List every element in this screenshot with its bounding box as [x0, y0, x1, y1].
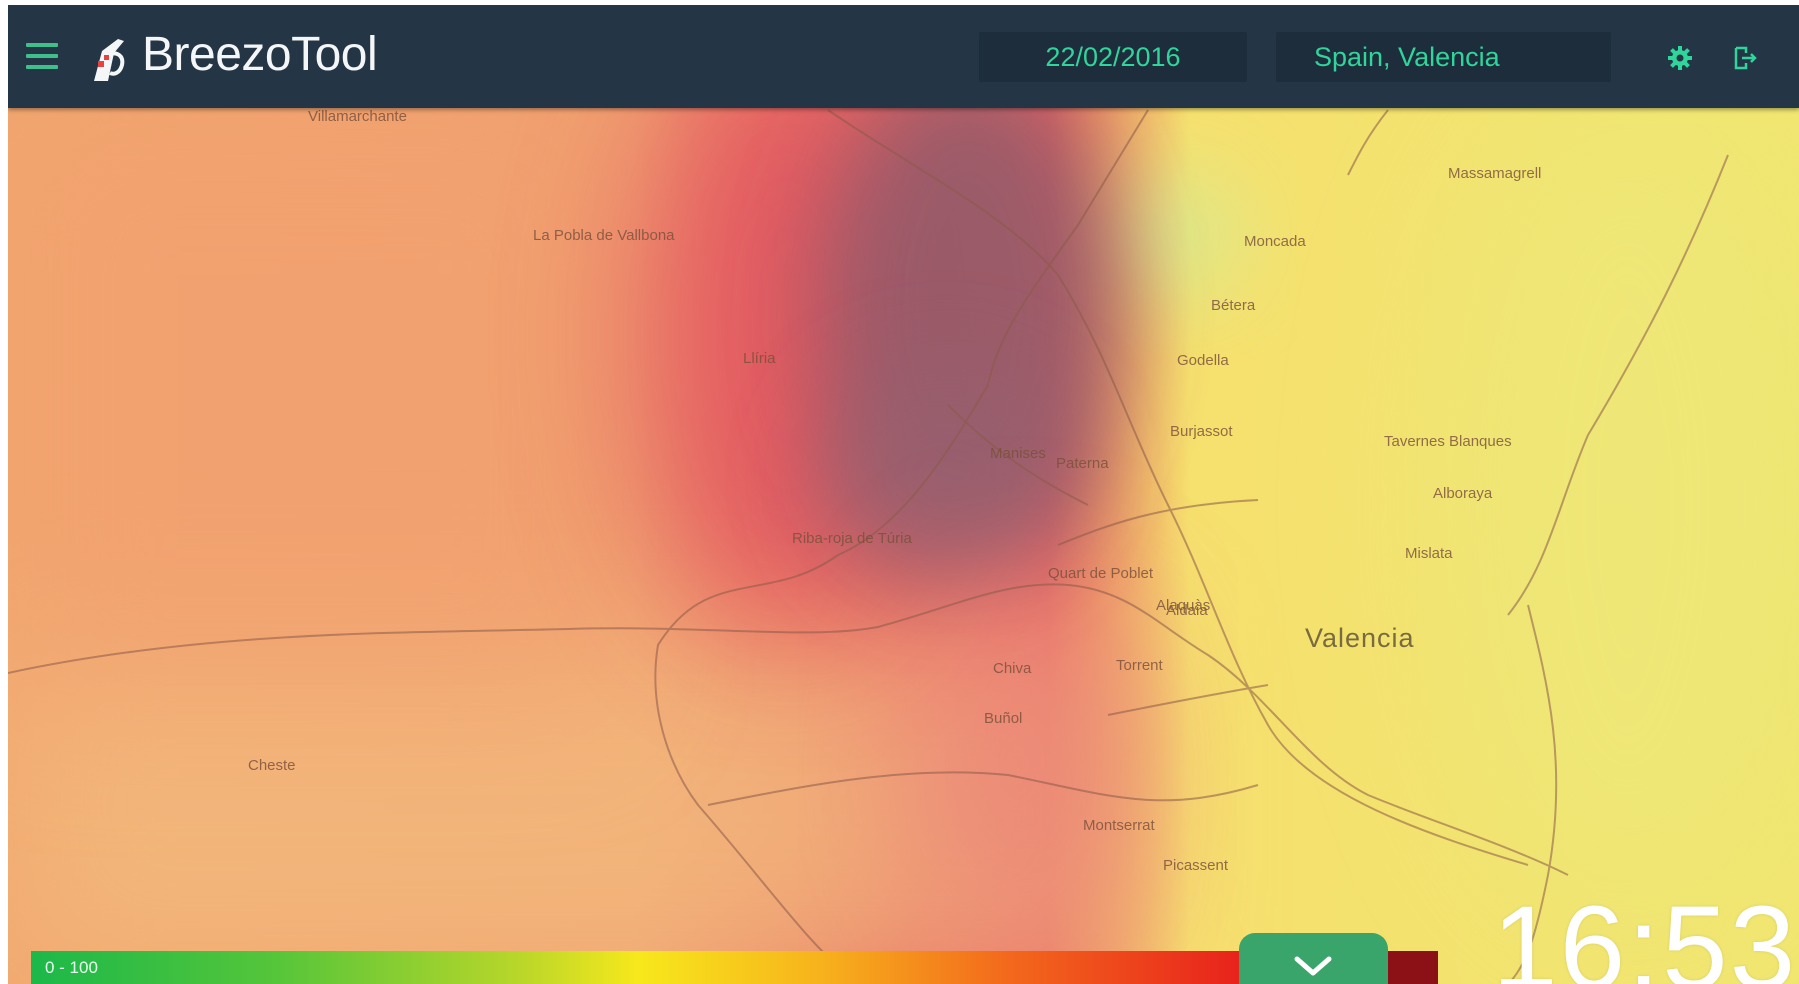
gear-icon[interactable]	[1667, 45, 1693, 71]
hamburger-menu-icon[interactable]	[26, 43, 58, 69]
place-tavernes: Tavernes Blanques	[1384, 433, 1512, 450]
place-burjassot: Burjassot	[1170, 423, 1233, 440]
place-mislata: Mislata	[1405, 545, 1453, 562]
date-field[interactable]: 22/02/2016	[979, 32, 1247, 82]
place-valencia: Valencia	[1305, 623, 1415, 653]
clock-time: 16:53	[1492, 882, 1798, 984]
app-frame: Valencia Manises Paterna Burjassot Monca…	[8, 5, 1799, 984]
place-picassent: Picassent	[1163, 857, 1229, 874]
map-view[interactable]: Valencia Manises Paterna Burjassot Monca…	[8, 5, 1799, 984]
place-manises: Manises	[990, 445, 1046, 462]
app-title: BreezoTool	[142, 28, 378, 81]
place-paterna: Paterna	[1056, 455, 1109, 472]
legend-label: 0 - 100	[45, 958, 98, 977]
place-pobla: La Pobla de Vallbona	[533, 227, 675, 244]
place-aldaia: Aldaia	[1166, 602, 1208, 619]
expand-panel-button[interactable]	[1239, 933, 1388, 984]
breezotool-logo-icon	[94, 39, 125, 81]
place-alboraya: Alboraya	[1433, 485, 1493, 502]
location-field[interactable]: Spain, Valencia	[1276, 32, 1611, 82]
place-montserrat: Montserrat	[1083, 817, 1155, 834]
aqi-legend-bar: 0 - 100	[31, 951, 1247, 984]
place-godella: Godella	[1177, 352, 1229, 369]
chevron-down-icon	[1294, 956, 1332, 976]
place-massamagrell: Massamagrell	[1448, 165, 1542, 182]
place-lliria: Llíria	[743, 350, 776, 367]
place-chiva: Chiva	[993, 660, 1032, 677]
top-bar: BreezoTool 22/02/2016 Spain, Valencia	[8, 5, 1799, 108]
place-torrent: Torrent	[1116, 657, 1163, 674]
place-riba-roja: Riba-roja de Túria	[792, 530, 912, 547]
legend-end-swatch	[1388, 951, 1438, 984]
place-bunol: Buñol	[984, 710, 1023, 727]
place-cheste: Cheste	[248, 757, 296, 774]
logout-icon[interactable]	[1732, 45, 1758, 71]
place-quart: Quart de Poblet	[1048, 565, 1154, 582]
place-villamarchante: Villamarchante	[308, 108, 407, 125]
heatmap-layer	[8, 5, 1799, 984]
place-moncada: Moncada	[1244, 233, 1306, 250]
place-betera: Bétera	[1211, 297, 1256, 314]
